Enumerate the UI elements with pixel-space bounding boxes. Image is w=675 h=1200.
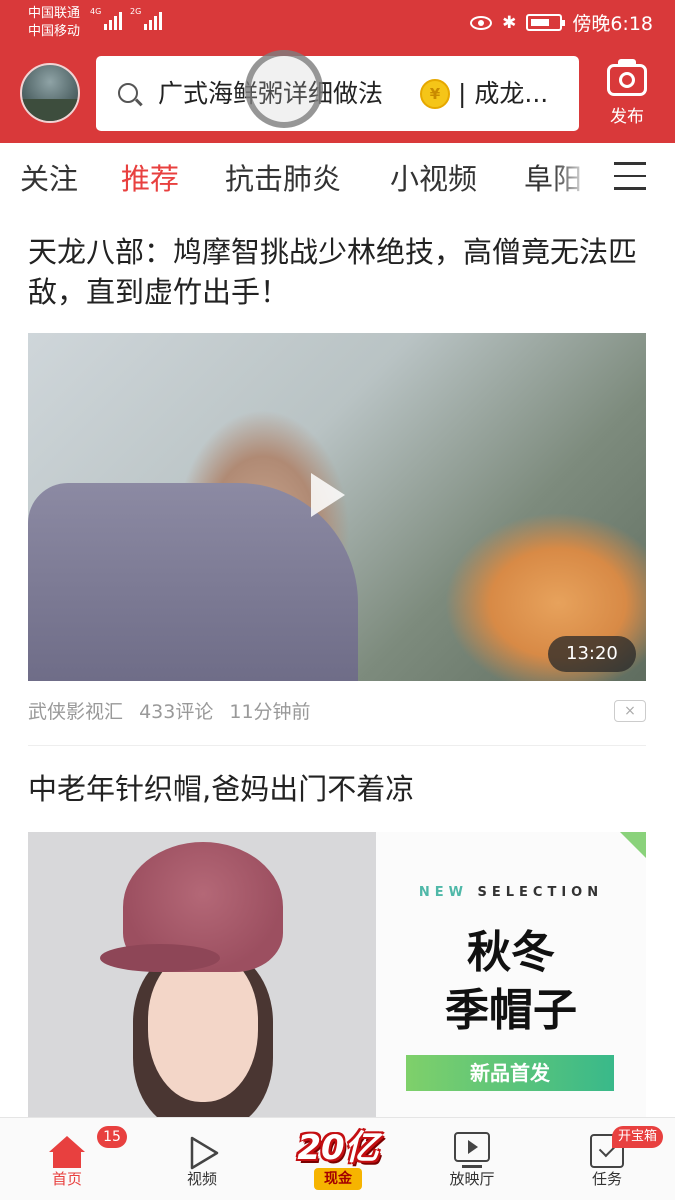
ad-photo[interactable]: [28, 832, 376, 1122]
clock: 傍晚6:18: [572, 13, 653, 35]
home-icon: [49, 1136, 85, 1168]
divider: [28, 745, 646, 746]
nav-tasks[interactable]: 开宝箱 任务: [552, 1118, 664, 1200]
tab-follow[interactable]: 关注: [20, 161, 78, 197]
publish-button[interactable]: 发布: [596, 59, 658, 130]
ad-tagline-new: NEW: [418, 885, 468, 900]
article-title[interactable]: 天龙八部：鸠摩智挑战少林绝技，高僧竟无法匹敌，直到虚竹出手！: [28, 232, 648, 312]
publish-label: 发布: [610, 107, 644, 127]
network-type-1: 4G: [90, 7, 102, 16]
promo-amount: 20亿: [297, 1128, 379, 1168]
video-duration: 13:20: [548, 636, 636, 672]
status-bar: 中国联通 中国移动 4G 2G ✱ 傍晚6:18: [0, 0, 675, 46]
signal-2-icon: 2G: [130, 7, 163, 30]
article-meta: 武侠影视汇 433评论 11分钟前: [28, 699, 321, 725]
nav-home-label: 首页: [51, 1170, 82, 1188]
bluetooth-icon: ✱: [502, 12, 517, 33]
ad-headline-line1: 秋冬: [467, 927, 555, 978]
carrier-info: 中国联通 中国移动: [28, 5, 80, 41]
ad-cta-button[interactable]: 新品首发: [406, 1055, 614, 1091]
ad-tagline-selection: SELECTION: [477, 885, 604, 900]
eye-icon: [470, 15, 493, 30]
channel-tabs: 关注 推荐 抗击肺炎 小视频 阜阳: [0, 143, 675, 215]
ad-banner[interactable]: NEW SELECTION 秋冬 季帽子 新品首发: [376, 832, 646, 1122]
ad-headline-line2: 季帽子: [445, 985, 577, 1036]
play-icon: [311, 473, 345, 517]
header: 中国联通 中国移动 4G 2G ✱ 傍晚6:18 广式海鲜粥详细做法 ¥ | 成…: [0, 0, 675, 143]
article-source[interactable]: 武侠影视汇: [28, 701, 123, 723]
carrier-2: 中国移动: [28, 24, 81, 39]
nav-theater-label: 放映厅: [449, 1170, 495, 1188]
tab-recommended[interactable]: 推荐: [121, 161, 179, 197]
ad-title[interactable]: 中老年针织帽,爸妈出门不着凉: [28, 769, 648, 809]
nav-video[interactable]: 视频: [147, 1118, 257, 1200]
nav-theater[interactable]: 放映厅: [417, 1118, 527, 1200]
video-thumbnail[interactable]: 13:20: [28, 333, 646, 681]
ad-headline: 秋冬 季帽子: [376, 924, 646, 1040]
search-icon: [118, 83, 138, 103]
tab-fight-pneumonia[interactable]: 抗击肺炎: [225, 161, 341, 197]
carrier-1: 中国联通: [28, 6, 81, 21]
nav-home[interactable]: 15 首页: [12, 1118, 127, 1200]
home-badge: 15: [97, 1126, 127, 1148]
network-type-2: 2G: [130, 7, 142, 16]
camera-icon: [607, 59, 647, 96]
dismiss-button[interactable]: ×: [614, 700, 646, 722]
video-icon: [190, 1136, 219, 1170]
signal-1-icon: 4G: [90, 7, 123, 30]
battery-icon: [526, 14, 566, 31]
status-icons: ✱ 傍晚6:18: [470, 9, 653, 36]
bottom-nav: 15 首页 视频 20亿 现金 放映厅 开宝箱 任务: [0, 1117, 675, 1200]
search-suffix: | 成龙...: [458, 79, 549, 108]
tasks-badge: 开宝箱: [612, 1126, 664, 1148]
touch-indicator: [245, 50, 323, 128]
coin-icon: ¥: [420, 79, 450, 109]
article-comments: 433评论: [139, 701, 214, 723]
tv-icon: [454, 1132, 490, 1162]
promo-cash: 现金: [314, 1168, 362, 1190]
nav-video-label: 视频: [186, 1170, 217, 1188]
menu-icon[interactable]: [614, 162, 646, 192]
ad-tagline: NEW SELECTION: [376, 885, 646, 900]
avatar[interactable]: [20, 63, 80, 123]
tab-fade: [552, 143, 590, 215]
tab-short-video[interactable]: 小视频: [390, 161, 477, 197]
nav-tasks-label: 任务: [591, 1170, 622, 1188]
article-time: 11分钟前: [229, 701, 311, 723]
cash-promo-button[interactable]: 20亿 现金: [288, 1118, 388, 1198]
search-bar[interactable]: 广式海鲜粥详细做法 ¥ | 成龙...: [96, 56, 579, 131]
